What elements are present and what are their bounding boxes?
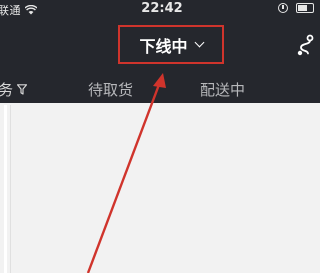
route-icon[interactable] (296, 34, 316, 56)
battery-icon (296, 3, 314, 13)
top-header: 联通 22:42 下线中 务 待取货 配送中 (0, 0, 320, 103)
tab-tasks[interactable]: 务 (0, 79, 28, 100)
order-list-area (0, 103, 320, 273)
chevron-down-icon (194, 37, 204, 47)
wifi-icon (25, 5, 37, 15)
carrier-name: 联通 (0, 4, 21, 17)
status-right (278, 3, 314, 13)
status-bar: 联通 22:42 (0, 0, 320, 22)
carrier-group: 联通 (0, 2, 37, 18)
list-edge (4, 105, 7, 273)
screen: 联通 22:42 下线中 务 待取货 配送中 (0, 0, 320, 273)
filter-icon (17, 84, 28, 95)
order-tabs: 务 待取货 配送中 (0, 72, 320, 104)
tab-pending-pickup[interactable]: 待取货 (88, 79, 133, 100)
clock: 22:42 (141, 1, 183, 16)
record-icon (278, 3, 288, 13)
online-status-dropdown[interactable]: 下线中 (118, 25, 224, 64)
tab-tasks-label: 务 (0, 81, 14, 99)
tab-delivering[interactable]: 配送中 (200, 79, 245, 100)
list-divider (10, 105, 11, 273)
status-dropdown-label: 下线中 (139, 36, 188, 56)
